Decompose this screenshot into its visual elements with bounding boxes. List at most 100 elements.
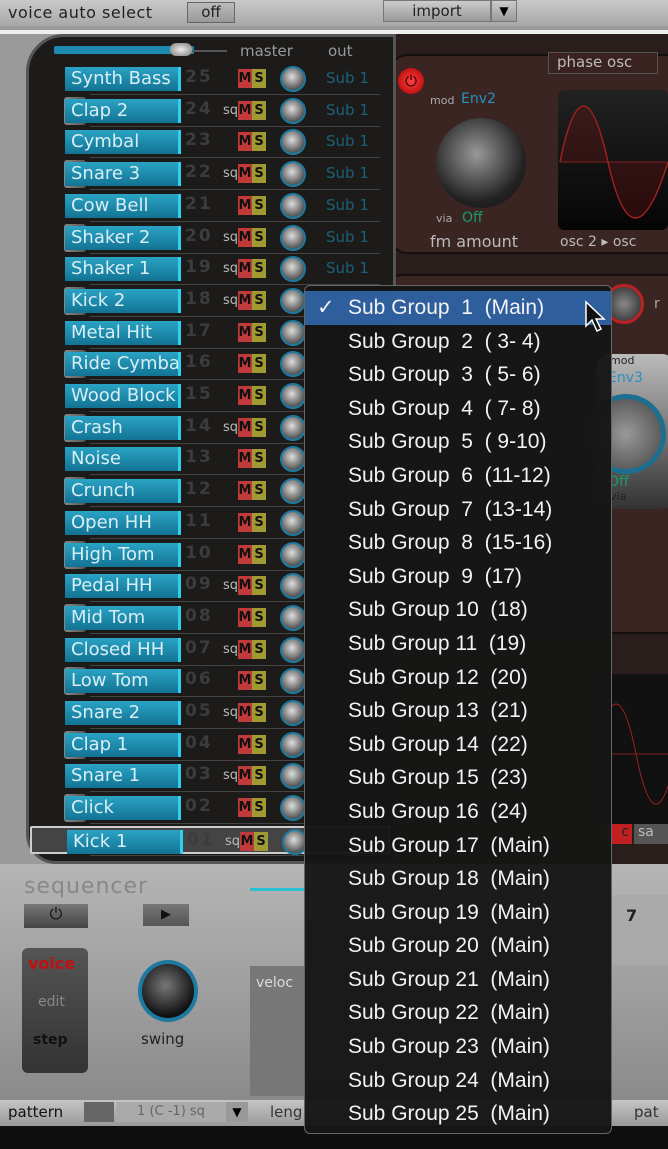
solo-button[interactable]: S (252, 259, 266, 279)
menu-item-sub-group[interactable]: Sub Group 24 (Main) (305, 1064, 611, 1098)
pan-knob[interactable] (280, 66, 306, 92)
pan-knob[interactable] (280, 383, 306, 409)
pan-knob[interactable] (280, 573, 306, 600)
pan-knob[interactable] (280, 541, 306, 568)
mute-button[interactable]: M (238, 227, 252, 247)
mute-button[interactable]: M (238, 386, 252, 405)
voice-row[interactable]: Shaker 2 20 sq M S Sub 1 (30, 223, 390, 252)
solo-button[interactable]: S (252, 132, 266, 152)
mod2-value[interactable]: Env3 (608, 370, 643, 386)
solo-button[interactable]: S (252, 322, 266, 342)
pattern-select[interactable]: 1 (C -1) sq (116, 1102, 226, 1122)
solo-button[interactable]: S (252, 576, 266, 596)
solo-button[interactable]: S (252, 607, 266, 627)
pan-knob[interactable] (280, 414, 306, 441)
solo-button[interactable]: S (252, 766, 266, 786)
mute-button[interactable]: M (238, 671, 252, 691)
menu-item-sub-group[interactable]: Sub Group 19 (Main) (305, 896, 611, 930)
solo-button[interactable]: S (252, 639, 266, 659)
solo-button[interactable]: S (252, 227, 266, 247)
pan-knob[interactable] (280, 224, 306, 251)
voice-name[interactable]: Kick 1 (67, 829, 183, 854)
mute-button[interactable]: M (238, 798, 252, 818)
mute-button[interactable]: M (238, 69, 252, 88)
solo-button[interactable]: S (252, 386, 266, 405)
solo-button[interactable]: S (252, 798, 266, 818)
voice-row[interactable]: Cymbal 23 M S Sub 1 (30, 128, 390, 156)
voice-name[interactable]: Metal Hit (65, 320, 181, 345)
sa-button[interactable]: sa (634, 824, 668, 844)
voice-name[interactable]: Kick 2 (65, 288, 181, 313)
step-mode-label[interactable]: step (33, 1032, 68, 1048)
master-slider-handle[interactable] (170, 43, 192, 56)
mute-button[interactable]: M (238, 417, 252, 437)
voice-name[interactable]: Ride Cymbal (65, 352, 181, 377)
solo-button[interactable]: S (252, 481, 266, 501)
pattern-dropdown-icon[interactable]: ▼ (226, 1102, 248, 1122)
pan-knob[interactable] (280, 319, 306, 346)
mute-button[interactable]: M (238, 639, 252, 659)
solo-button[interactable]: S (252, 100, 266, 120)
menu-item-sub-group[interactable]: Sub Group 11 (19) (305, 627, 611, 661)
voice-name[interactable]: Shaker 1 (65, 257, 181, 282)
output-select[interactable]: Sub 1 (326, 132, 369, 150)
fm-amount-knob[interactable] (436, 118, 526, 208)
pan-knob[interactable] (280, 509, 306, 536)
pan-knob[interactable] (280, 700, 306, 726)
voice-name[interactable]: Cymbal (65, 130, 181, 155)
menu-item-sub-group[interactable]: ✓ Sub Group 1 (Main) (305, 291, 611, 325)
voice-name[interactable]: Pedal HH (65, 574, 181, 599)
mute-button[interactable]: M (238, 512, 252, 532)
mute-button[interactable]: M (238, 354, 252, 374)
pan-knob[interactable] (280, 478, 306, 505)
voice-name[interactable]: Crunch (65, 479, 181, 504)
voice-name[interactable]: Snare 1 (65, 764, 181, 789)
pan-knob[interactable] (280, 256, 306, 283)
import-button[interactable]: import (383, 0, 491, 22)
menu-item-sub-group[interactable]: Sub Group 7 (13-14) (305, 493, 611, 527)
mute-button[interactable]: M (238, 164, 252, 184)
voice-name[interactable]: Click (65, 796, 181, 821)
voice-name[interactable]: Crash (65, 415, 181, 440)
solo-button[interactable]: S (252, 417, 266, 437)
menu-item-sub-group[interactable]: Sub Group 23 (Main) (305, 1030, 611, 1064)
mute-button[interactable]: M (238, 449, 252, 469)
output-select[interactable]: Sub 1 (326, 228, 369, 246)
voice-name[interactable]: Snare 3 (65, 162, 181, 187)
pan-knob[interactable] (280, 763, 306, 790)
menu-item-sub-group[interactable]: Sub Group 21 (Main) (305, 963, 611, 997)
voice-name[interactable]: Low Tom (65, 669, 181, 694)
solo-button[interactable]: S (252, 449, 266, 469)
output-select[interactable]: Sub 1 (326, 69, 369, 87)
menu-item-sub-group[interactable]: Sub Group 18 (Main) (305, 862, 611, 896)
solo-button[interactable]: S (252, 734, 266, 754)
menu-item-sub-group[interactable]: Sub Group 6 (11-12) (305, 459, 611, 493)
voice-auto-select-button[interactable]: off (187, 2, 235, 23)
menu-item-sub-group[interactable]: Sub Group 14 (22) (305, 728, 611, 762)
mute-button[interactable]: M (238, 481, 252, 501)
voice-mode-label[interactable]: voice (28, 954, 75, 973)
mute-button[interactable]: M (238, 703, 252, 722)
voice-row[interactable]: Cow Bell 21 M S Sub 1 (30, 192, 390, 220)
voice-name[interactable]: Wood Block (65, 384, 181, 408)
solo-button[interactable]: S (252, 354, 266, 374)
solo-button[interactable]: S (252, 69, 266, 88)
solo-button[interactable]: S (252, 512, 266, 532)
menu-item-sub-group[interactable]: Sub Group 5 ( 9-10) (305, 425, 611, 459)
import-dropdown-arrow-icon[interactable]: ▼ (491, 0, 517, 22)
menu-item-sub-group[interactable]: Sub Group 17 (Main) (305, 829, 611, 863)
menu-item-sub-group[interactable]: Sub Group 20 (Main) (305, 929, 611, 963)
menu-item-sub-group[interactable]: Sub Group 15 (23) (305, 761, 611, 795)
play-button[interactable]: ▶ (143, 904, 189, 926)
menu-item-sub-group[interactable]: Sub Group 3 ( 5- 6) (305, 358, 611, 392)
pattern-grid-icon[interactable] (84, 1102, 114, 1122)
solo-button[interactable]: S (252, 671, 266, 691)
mute-button[interactable]: M (238, 100, 252, 120)
pan-knob[interactable] (280, 731, 306, 758)
mod-value[interactable]: Env2 (461, 91, 496, 107)
menu-item-sub-group[interactable]: Sub Group 9 (17) (305, 560, 611, 594)
solo-button[interactable]: S (254, 831, 268, 851)
pan-knob[interactable] (280, 287, 306, 314)
output-select[interactable]: Sub 1 (326, 164, 369, 182)
voice-name[interactable]: Synth Bass (65, 67, 181, 91)
